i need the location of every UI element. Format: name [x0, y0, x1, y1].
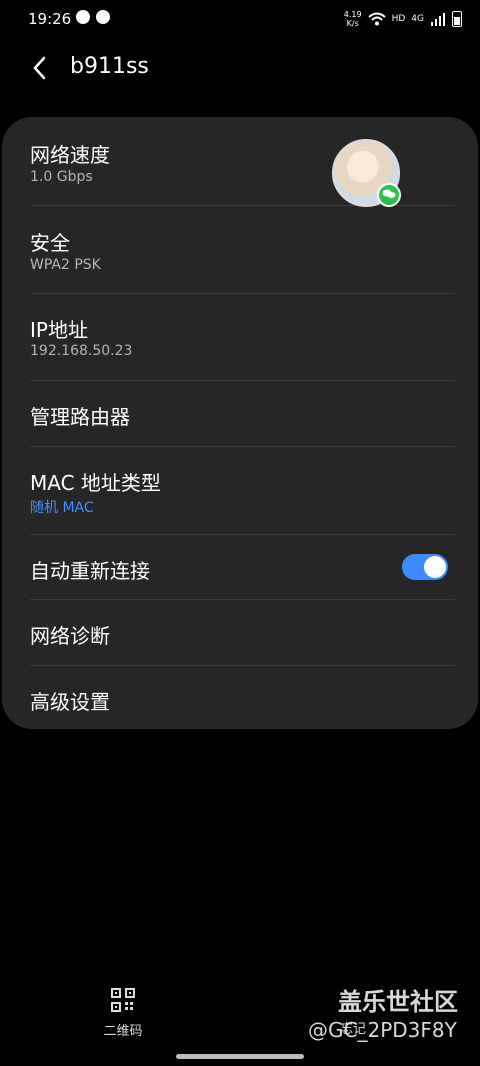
status-time: 19:26	[28, 10, 72, 28]
ip-address-row: IP地址 192.168.50.23	[2, 294, 478, 380]
advanced-settings-row[interactable]: 高级设置	[2, 666, 478, 729]
toggle-knob	[424, 556, 446, 578]
signal-icon	[431, 13, 445, 26]
watermark-title: 盖乐世社区	[338, 988, 458, 1016]
mac-address-type-label: MAC 地址类型	[30, 471, 161, 495]
security-label: 安全	[30, 231, 70, 255]
network-speed-row: 网络速度 1.0 Gbps	[2, 117, 478, 205]
watermark-user: @GC_2PD3F8Y	[308, 1018, 457, 1042]
ip-address-label: IP地址	[30, 318, 88, 342]
qr-code-label: 二维码	[103, 1024, 143, 1039]
status-right-icons: 4.19 K/s HD 4G	[344, 10, 462, 28]
home-indicator[interactable]	[176, 1054, 304, 1059]
status-notification-icons	[76, 10, 110, 24]
qr-code-button[interactable]: 二维码	[100, 988, 146, 1039]
security-value: WPA2 PSK	[30, 257, 101, 273]
qr-code-icon	[111, 988, 135, 1012]
header: b911ss	[0, 46, 480, 90]
auto-reconnect-row[interactable]: 自动重新连接	[2, 535, 478, 599]
network-speed-value: 1.0 Gbps	[30, 169, 93, 185]
network-type-icon: 4G	[411, 14, 424, 24]
ip-address-value: 192.168.50.23	[30, 343, 133, 359]
security-row[interactable]: 安全 WPA2 PSK	[2, 206, 478, 293]
network-speed-label: 网络速度	[30, 143, 110, 167]
mac-address-type-row[interactable]: MAC 地址类型 随机 MAC	[2, 447, 478, 534]
wifi-icon	[367, 12, 386, 26]
page-title: b911ss	[70, 54, 149, 79]
wechat-notification-icon	[76, 10, 90, 24]
manage-router-row[interactable]: 管理路由器	[2, 381, 478, 446]
network-diagnosis-label: 网络诊断	[30, 624, 110, 648]
mac-address-type-value: 随机 MAC	[30, 500, 94, 516]
back-icon[interactable]	[28, 54, 52, 82]
auto-reconnect-label: 自动重新连接	[30, 559, 150, 583]
manage-router-label: 管理路由器	[30, 405, 130, 429]
settings-card: 网络速度 1.0 Gbps 安全 WPA2 PSK IP地址 192.168.5…	[2, 117, 478, 729]
auto-reconnect-toggle[interactable]	[402, 554, 448, 580]
advanced-settings-label: 高级设置	[30, 690, 110, 714]
hd-icon: HD	[391, 14, 406, 24]
status-bar: 19:26 4.19 K/s HD 4G	[0, 0, 480, 38]
network-speed-indicator: 4.19 K/s	[343, 10, 362, 28]
notification-icon	[96, 10, 110, 24]
wechat-icon	[377, 183, 401, 207]
battery-icon	[452, 11, 462, 27]
network-diagnosis-row[interactable]: 网络诊断	[2, 600, 478, 665]
